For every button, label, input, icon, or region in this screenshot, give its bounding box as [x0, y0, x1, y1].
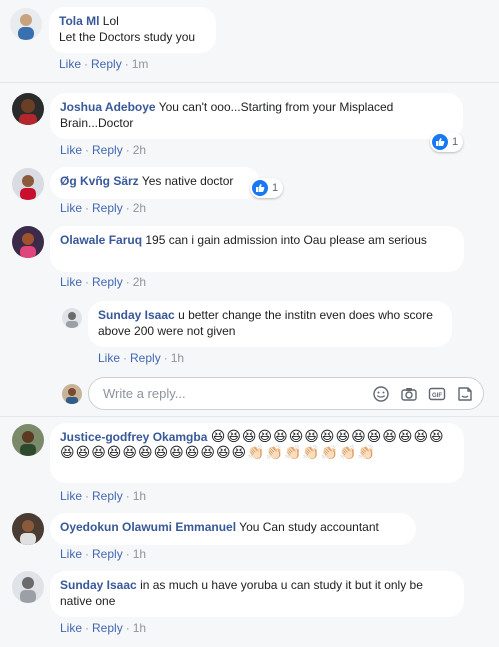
reply-link[interactable]: Reply: [92, 547, 123, 561]
timestamp[interactable]: 2h: [133, 201, 146, 215]
avatar[interactable]: [12, 571, 44, 603]
like-link[interactable]: Like: [59, 57, 81, 71]
timestamp[interactable]: 1h: [133, 489, 146, 503]
thumbs-up-icon: [432, 134, 448, 150]
reply-link[interactable]: Reply: [92, 489, 123, 503]
comment-actions: Like · Reply · 2h: [60, 143, 147, 157]
avatar[interactable]: [12, 424, 44, 456]
like-link[interactable]: Like: [60, 621, 82, 635]
timestamp[interactable]: 1h: [171, 351, 184, 365]
thumbs-up-icon: [252, 180, 268, 196]
commenter-name[interactable]: Tola Ml: [59, 14, 99, 28]
reaction-count[interactable]: 1: [430, 132, 464, 152]
avatar[interactable]: [12, 226, 44, 258]
reply-link[interactable]: Reply: [92, 275, 123, 289]
avatar[interactable]: [12, 93, 44, 125]
comment-actions: Like · Reply · 2h: [60, 275, 147, 289]
comment-bubble: Justice-godfrey Okamgba 😆😆😆😆😆😆😆😆😆😆😆😆😆😆😆😆…: [50, 423, 464, 483]
comment-actions: Like · Reply · 1h: [60, 621, 147, 635]
comment-actions: Like · Reply · 1m: [59, 57, 149, 71]
comment-bubble: Oyedokun Olawumi Emmanuel You Can study …: [50, 513, 416, 545]
like-link[interactable]: Like: [60, 275, 82, 289]
comment-actions: Like · Reply · 2h: [60, 201, 147, 215]
like-link[interactable]: Like: [60, 547, 82, 561]
commenter-name[interactable]: Sunday Isaac: [60, 578, 137, 592]
reaction-number: 1: [272, 182, 279, 194]
avatar[interactable]: [12, 168, 44, 200]
comment-text: Yes native doctor: [141, 174, 234, 188]
timestamp[interactable]: 2h: [133, 143, 146, 157]
commenter-name[interactable]: Sunday Isaac: [98, 308, 175, 322]
timestamp[interactable]: 2h: [133, 275, 146, 289]
commenter-name[interactable]: Justice-godfrey Okamgba: [60, 430, 207, 444]
commenter-name[interactable]: Olawale Faruq: [60, 233, 142, 247]
comment-bubble: Olawale Faruq 195 can i gain admission i…: [50, 226, 464, 272]
timestamp[interactable]: 1m: [132, 57, 149, 71]
reply-link[interactable]: Reply: [92, 201, 123, 215]
reply-link[interactable]: Reply: [130, 351, 161, 365]
gif-icon[interactable]: GIF: [428, 385, 446, 403]
divider: [0, 82, 499, 83]
reply-link[interactable]: Reply: [91, 57, 122, 71]
like-link[interactable]: Like: [60, 489, 82, 503]
reply-input[interactable]: [101, 385, 355, 402]
like-link[interactable]: Like: [98, 351, 120, 365]
comment-bubble: Øg Kvñg Särz Yes native doctor: [50, 167, 260, 199]
timestamp[interactable]: 1h: [133, 547, 146, 561]
comment-actions: Like · Reply · 1h: [60, 489, 147, 503]
reply-link[interactable]: Reply: [92, 143, 123, 157]
reply-link[interactable]: Reply: [92, 621, 123, 635]
comment-bubble: Tola Ml Lol Let the Doctors study you: [49, 7, 216, 53]
camera-icon[interactable]: [400, 385, 418, 403]
like-link[interactable]: Like: [60, 201, 82, 215]
avatar[interactable]: [12, 513, 44, 545]
avatar: [62, 384, 82, 404]
reaction-count[interactable]: 1: [250, 178, 284, 198]
sticker-icon[interactable]: [456, 385, 474, 403]
comment-actions: Like · Reply · 1h: [98, 351, 185, 365]
comment-bubble: Joshua Adeboye You can't ooo...Starting …: [50, 93, 463, 139]
smiley-icon[interactable]: [372, 385, 390, 403]
reply-box[interactable]: GIF: [88, 377, 484, 410]
comment-text: You Can study accountant: [239, 520, 379, 534]
avatar[interactable]: [62, 308, 82, 328]
avatar[interactable]: [10, 8, 42, 40]
divider: [0, 416, 499, 417]
svg-text:GIF: GIF: [432, 393, 442, 399]
reaction-number: 1: [452, 136, 459, 148]
comment-bubble: Sunday Isaac in as much u have yoruba u …: [50, 571, 464, 617]
comments-panel: Tola Ml Lol Let the Doctors study you Li…: [0, 0, 499, 647]
comment-actions: Like · Reply · 1h: [60, 547, 147, 561]
commenter-name[interactable]: Joshua Adeboye: [60, 100, 156, 114]
commenter-name[interactable]: Oyedokun Olawumi Emmanuel: [60, 520, 236, 534]
timestamp[interactable]: 1h: [133, 621, 146, 635]
comment-text: 195 can i gain admission into Oau please…: [145, 233, 427, 247]
commenter-name[interactable]: Øg Kvñg Särz: [60, 174, 139, 188]
reply-bubble: Sunday Isaac u better change the institn…: [88, 301, 452, 347]
like-link[interactable]: Like: [60, 143, 82, 157]
